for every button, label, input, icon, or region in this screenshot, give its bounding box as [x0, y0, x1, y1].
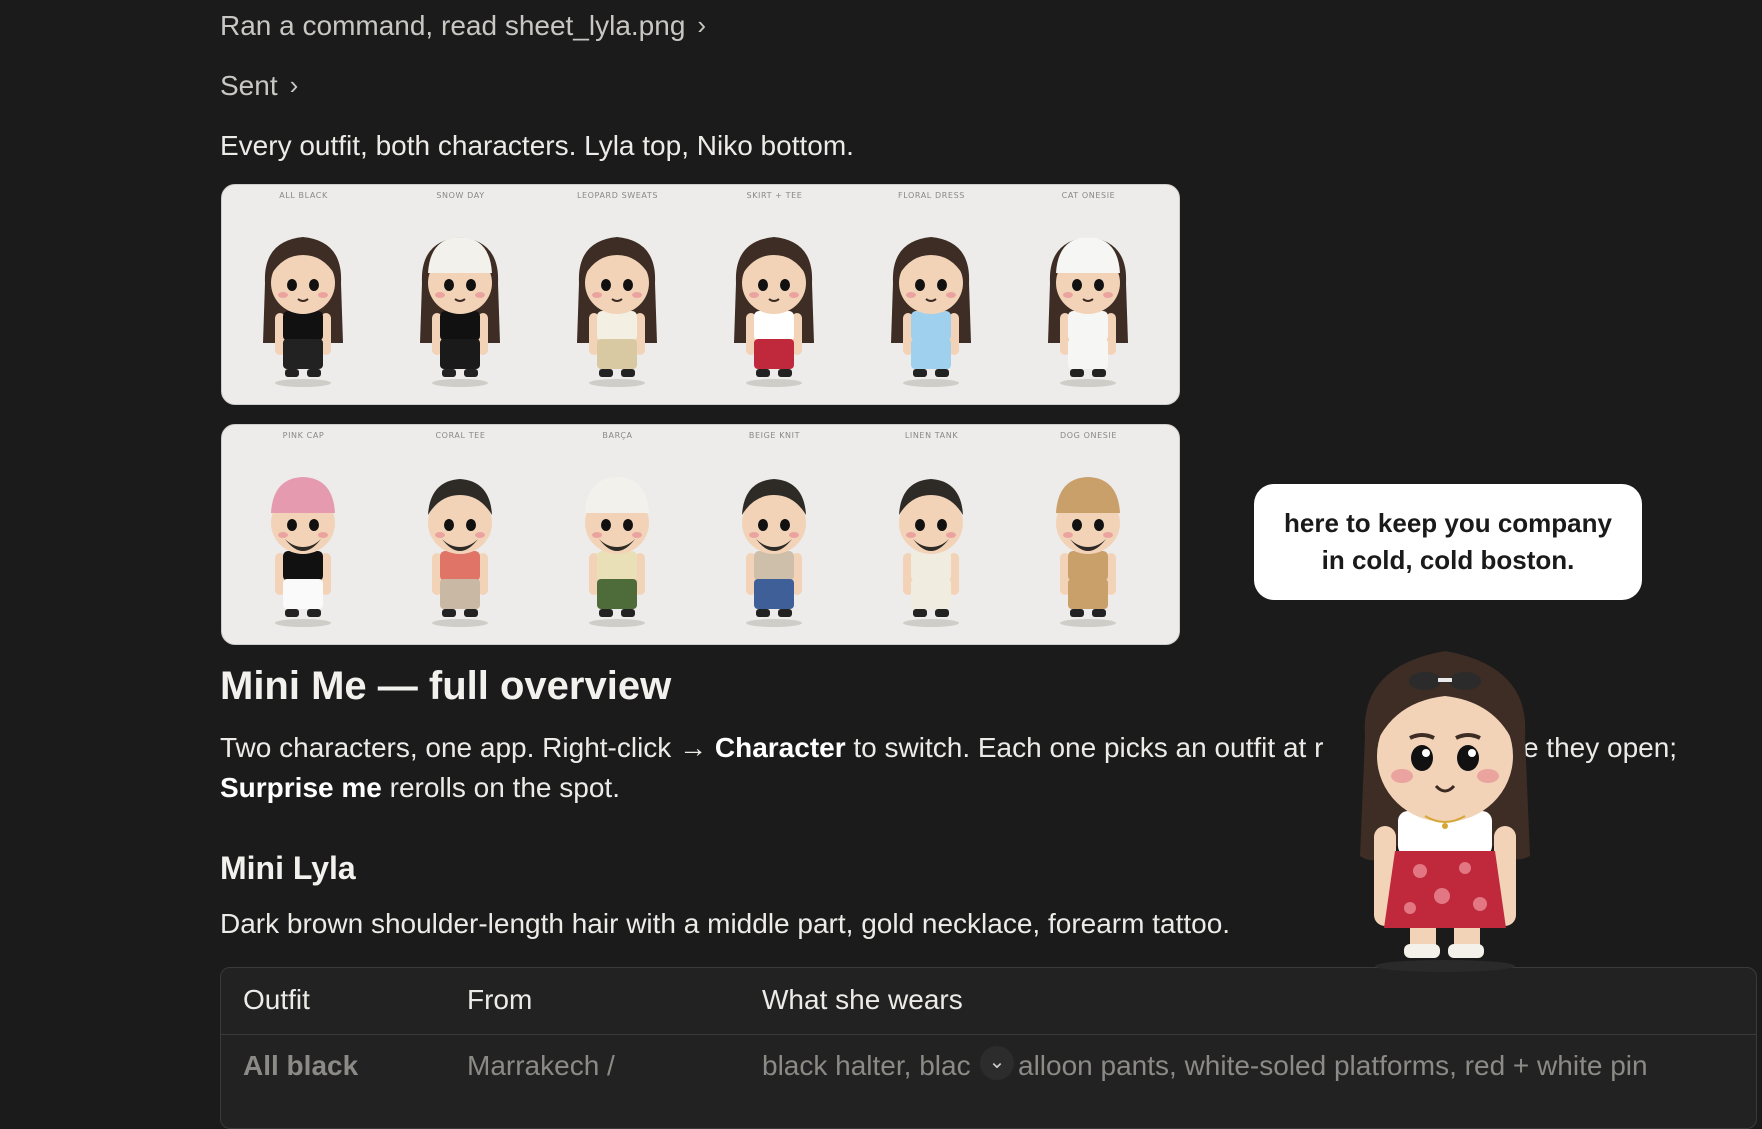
cell-outfit: All black: [243, 1050, 359, 1081]
outfit-cell: FLORAL DRESS: [853, 185, 1010, 404]
character-thumbnail: [577, 237, 657, 387]
outfit-label: ALL BLACK: [279, 191, 328, 200]
assistant-message: Every outfit, both characters. Lyla top,…: [220, 130, 854, 161]
outfit-label: SNOW DAY: [436, 191, 485, 200]
character-thumbnail: [585, 477, 649, 627]
character-thumbnail: [734, 237, 814, 387]
step-label: Sent: [220, 70, 278, 101]
step-sent[interactable]: Sent ›: [220, 70, 298, 102]
col-wears: What she wears: [762, 984, 963, 1015]
outfit-label: BARÇA: [602, 431, 633, 440]
character-thumbnail: [271, 477, 335, 627]
cell-wears: black halter, blac: [762, 1050, 971, 1081]
mini-lyla-heading: Mini Lyla: [220, 850, 356, 886]
character-thumbnail: [899, 479, 963, 627]
chevron-right-icon: ›: [289, 69, 299, 100]
character-thumbnail: [742, 479, 806, 627]
outfit-label: CORAL TEE: [435, 431, 486, 440]
chevron-down-icon: ⌄: [988, 1051, 1006, 1073]
outfit-cell: SNOW DAY: [382, 185, 539, 404]
step-ran-command[interactable]: Ran a command, read sheet_lyla.png ›: [220, 10, 706, 42]
table-header: Outfit From What she wears: [221, 968, 1756, 1035]
cell-wears-cont: alloon pants, white-soled platforms, red…: [1018, 1050, 1648, 1081]
col-from: From: [467, 984, 533, 1015]
outfit-cell: SKIRT + TEE: [696, 185, 853, 404]
character-thumbnail: [1056, 477, 1120, 627]
outfit-label: PINK CAP: [282, 431, 325, 440]
character-thumbnail: [1048, 237, 1128, 387]
chevron-right-icon: ›: [697, 9, 707, 40]
lyla-outfit-sheet: ALL BLACK SNOW DAY LEOPARD SWEATS SKIRT + T…: [221, 184, 1180, 405]
outfit-label: SKIRT + TEE: [746, 191, 803, 200]
outfit-label: CAT ONESIE: [1061, 191, 1116, 200]
outfit-cell: LEOPARD SWEATS: [539, 185, 696, 404]
scroll-down-button[interactable]: ⌄: [980, 1046, 1014, 1080]
cell-from: Marrakech /: [467, 1050, 615, 1081]
speech-bubble: here to keep you company in cold, cold b…: [1254, 484, 1642, 600]
outfit-cell: CAT ONESIE: [1010, 185, 1167, 404]
outfit-label: LEOPARD SWEATS: [576, 191, 659, 200]
character-thumbnail: [420, 237, 500, 387]
outfit-cell: DOG ONESIE: [1010, 425, 1167, 644]
outfit-cell: PINK CAP: [225, 425, 382, 644]
outfit-label: LINEN TANK: [904, 431, 959, 440]
character-thumbnail: [891, 237, 971, 387]
outfit-label: BEIGE KNIT: [748, 431, 801, 440]
outfit-cell: CORAL TEE: [382, 425, 539, 644]
outfit-cell: ALL BLACK: [225, 185, 382, 404]
outfit-label: DOG ONESIE: [1059, 431, 1118, 440]
mini-lyla-description: Dark brown shoulder-length hair with a m…: [220, 908, 1231, 939]
character-thumbnail: [263, 237, 343, 387]
niko-outfit-sheet: PINK CAP CORAL TEE BARÇA BEIGE KNIT LINEN TA…: [221, 424, 1180, 645]
character-thumbnail: [428, 479, 492, 627]
mini-lyla-companion[interactable]: [1340, 646, 1550, 976]
outfit-cell: BEIGE KNIT: [696, 425, 853, 644]
overview-title: Mini Me — full overview: [220, 664, 672, 708]
outfit-cell: BARÇA: [539, 425, 696, 644]
step-label: Ran a command, read sheet_lyla.png: [220, 10, 686, 41]
outfit-cell: LINEN TANK: [853, 425, 1010, 644]
outfit-label: FLORAL DRESS: [898, 191, 965, 200]
col-outfit: Outfit: [243, 984, 310, 1015]
